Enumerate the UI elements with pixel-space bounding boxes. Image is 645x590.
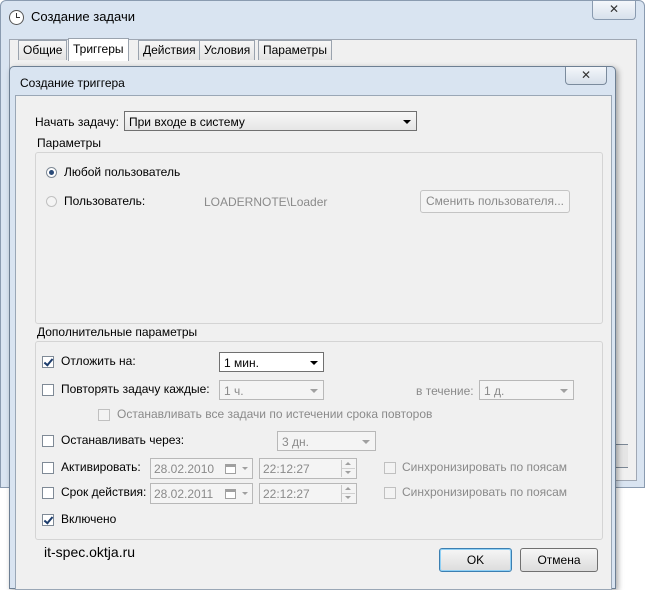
spin-down-icon <box>345 496 351 499</box>
expire-date-field[interactable]: 28.02.2011 <box>150 483 253 504</box>
repeat-duration-select[interactable]: 1 д. <box>479 380 574 400</box>
dialog-body: Начать задачу: При входе в систему Парам… <box>15 95 612 590</box>
stop-after-value: 3 дн. <box>282 435 309 449</box>
repeat-duration-label: в течение: <box>416 384 474 398</box>
tab-triggers[interactable]: Триггеры <box>68 38 129 61</box>
cancel-button[interactable]: Отмена <box>520 548 598 572</box>
chevron-down-icon <box>242 467 248 470</box>
advanced-group-title: Дополнительные параметры <box>37 325 198 339</box>
delay-checkbox[interactable] <box>42 356 54 368</box>
create-trigger-dialog: Создание триггера ✕ Начать задачу: При в… <box>9 66 616 590</box>
chevron-down-icon <box>362 440 370 444</box>
repeat-interval-value: 1 ч. <box>224 384 244 398</box>
dialog-title: Создание триггера <box>20 76 125 90</box>
dialog-close-button[interactable]: ✕ <box>565 67 607 85</box>
expire-time-field[interactable]: 22:12:27 <box>259 483 357 504</box>
chevron-down-icon <box>560 389 568 393</box>
delay-select[interactable]: 1 мин. <box>219 352 324 372</box>
activate-time-value: 22:12:27 <box>263 462 310 476</box>
tab-actions[interactable]: Действия <box>138 40 201 60</box>
spin-down-icon <box>345 471 351 474</box>
clock-icon <box>9 10 24 25</box>
params-group-title: Параметры <box>37 136 101 150</box>
any-user-radio[interactable] <box>46 167 57 178</box>
task-window-close-button[interactable]: ✕ <box>592 1 636 20</box>
any-user-label: Любой пользователь <box>64 165 181 179</box>
stop-after-select[interactable]: 3 дн. <box>277 431 376 451</box>
repeat-interval-select[interactable]: 1 ч. <box>219 380 324 400</box>
expire-time-value: 22:12:27 <box>263 487 310 501</box>
calendar-icon <box>225 464 236 474</box>
begin-task-select[interactable]: При входе в систему <box>124 111 417 131</box>
stop-after-label: Останавливать через: <box>61 433 185 447</box>
task-window-title: Создание задачи <box>31 9 135 24</box>
change-user-button[interactable]: Сменить пользователя... <box>420 190 570 213</box>
activate-date-value: 28.02.2010 <box>154 462 215 476</box>
activate-label: Активировать: <box>61 460 141 474</box>
stop-all-checkbox[interactable] <box>98 409 110 421</box>
enabled-checkbox[interactable] <box>42 514 54 526</box>
watermark: it-spec.oktja.ru <box>44 544 136 560</box>
activate-time-field[interactable]: 22:12:27 <box>259 458 357 479</box>
time-spinner[interactable] <box>341 485 355 502</box>
expire-label: Срок действия: <box>61 485 147 499</box>
task-window-titlebar: Создание задачи ✕ <box>1 1 644 35</box>
begin-task-label: Начать задачу: <box>35 115 119 129</box>
activate-sync-label: Синхронизировать по поясам <box>402 460 568 474</box>
expire-sync-label: Синхронизировать по поясам <box>402 485 568 499</box>
activate-date-field[interactable]: 28.02.2010 <box>150 458 253 479</box>
tab-parameters[interactable]: Параметры <box>258 40 332 60</box>
delay-label: Отложить на: <box>61 354 136 368</box>
enabled-label: Включено <box>61 512 117 526</box>
calendar-icon <box>225 489 236 499</box>
expire-date-value: 28.02.2011 <box>154 487 214 501</box>
time-spinner[interactable] <box>341 460 355 477</box>
expire-checkbox[interactable] <box>42 487 54 499</box>
specific-user-radio[interactable] <box>46 196 57 207</box>
stop-all-label: Останавливать все задачи по истечении ср… <box>117 407 433 421</box>
chevron-down-icon <box>310 361 318 365</box>
activate-sync-checkbox[interactable] <box>384 462 396 474</box>
delay-value: 1 мин. <box>224 356 259 370</box>
repeat-duration-value: 1 д. <box>484 384 505 398</box>
tab-conditions[interactable]: Условия <box>199 40 256 60</box>
spin-up-icon <box>345 487 351 490</box>
repeat-label: Повторять задачу каждые: <box>61 382 210 396</box>
repeat-checkbox[interactable] <box>42 384 54 396</box>
ok-button[interactable]: OK <box>439 548 512 572</box>
chevron-down-icon <box>310 389 318 393</box>
stop-after-checkbox[interactable] <box>42 435 54 447</box>
user-value: LOADERNOTE\Loader <box>204 195 328 209</box>
user-label: Пользователь: <box>64 194 146 208</box>
activate-checkbox[interactable] <box>42 462 54 474</box>
expire-sync-checkbox[interactable] <box>384 487 396 499</box>
spin-up-icon <box>345 462 351 465</box>
chevron-down-icon <box>403 120 411 124</box>
begin-task-value: При входе в систему <box>129 115 245 129</box>
chevron-down-icon <box>242 492 248 495</box>
tab-general[interactable]: Общие <box>18 40 68 60</box>
